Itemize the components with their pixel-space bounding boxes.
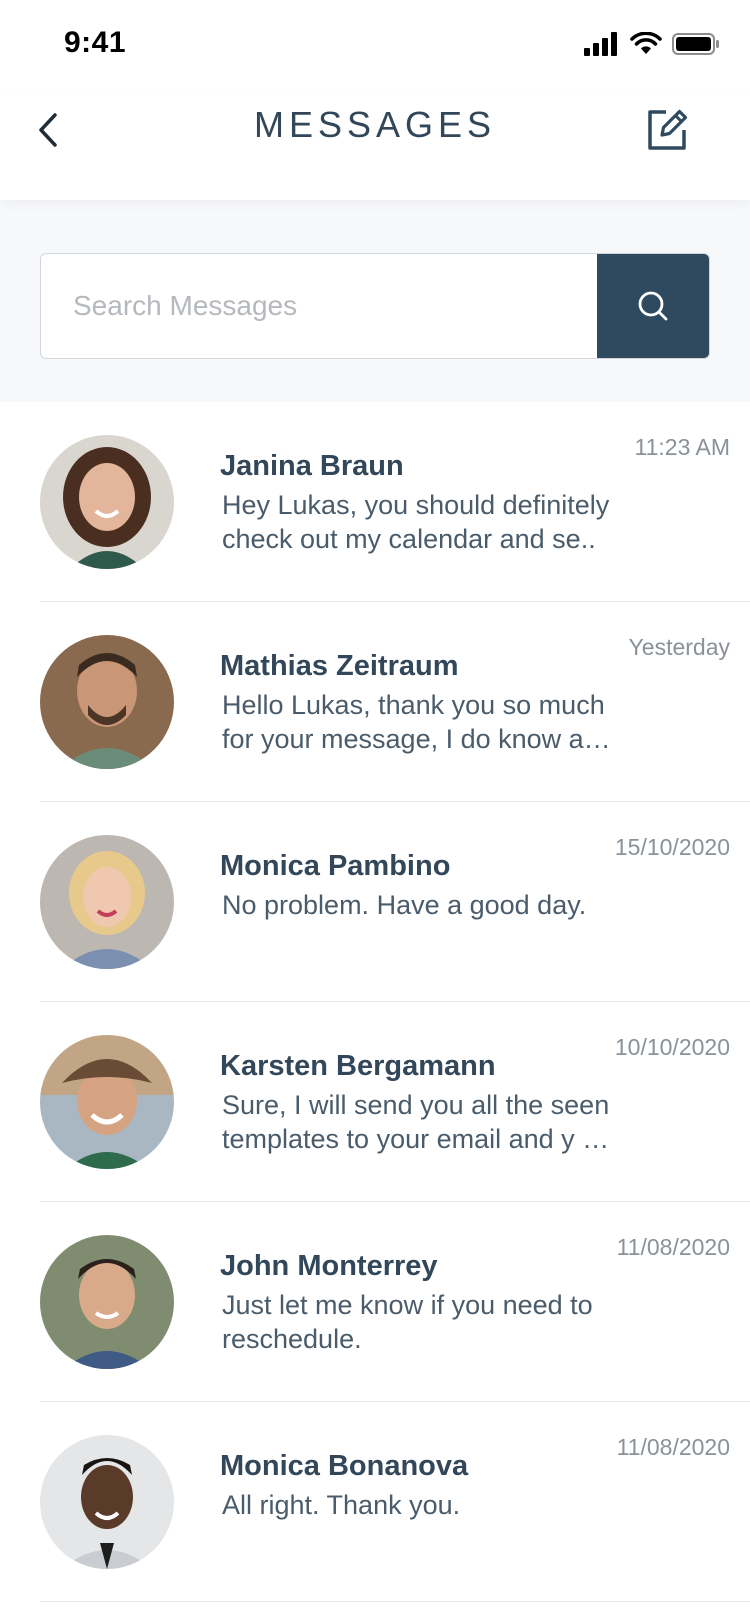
contact-name: Mathias Zeitraum: [220, 650, 459, 682]
contact-name: Monica Bonanova: [220, 1450, 469, 1482]
compose-button[interactable]: [642, 104, 692, 154]
message-time: 11/08/2020: [616, 1434, 730, 1460]
search-box: [40, 253, 710, 359]
message-preview: Sure, I will send you all the seen templ…: [222, 1090, 610, 1154]
compose-icon: [648, 109, 688, 150]
message-item[interactable]: Karsten Bergamann 10/10/2020 Sure, I wil…: [40, 1002, 750, 1202]
message-preview: All right. Thank you.: [222, 1490, 461, 1520]
avatar: [40, 1235, 174, 1369]
contact-name: Janina Braun: [220, 450, 404, 482]
message-time: 11/08/2020: [616, 1234, 730, 1260]
message-time: 10/10/2020: [614, 1034, 730, 1060]
avatar: [40, 835, 174, 969]
search-icon: [638, 291, 668, 321]
contact-name: John Monterrey: [220, 1250, 438, 1282]
wifi-icon: [630, 32, 662, 54]
message-list: Janina Braun 11:23 AM Hey Lukas, you sho…: [0, 402, 750, 1602]
signal-icon: [584, 32, 617, 56]
message-time: 15/10/2020: [614, 834, 730, 860]
status-time: 9:41: [64, 26, 127, 59]
search-button[interactable]: [597, 254, 709, 358]
avatar: [40, 635, 174, 769]
status-icons: [584, 32, 720, 56]
avatar: [40, 435, 174, 569]
search-input[interactable]: [41, 254, 599, 358]
message-item[interactable]: Monica Bonanova 11/08/2020 All right. Th…: [40, 1402, 750, 1602]
message-preview: No problem. Have a good day.: [222, 890, 587, 920]
page-title: MESSAGES: [253, 104, 497, 145]
message-item[interactable]: Mathias Zeitraum Yesterday Hello Lukas, …: [40, 602, 750, 802]
message-preview: Hello Lukas, thank you so much for your …: [222, 690, 611, 754]
battery-icon: [672, 33, 719, 55]
message-item[interactable]: John Monterrey 11/08/2020 Just let me kn…: [40, 1202, 750, 1402]
nav-bar: MESSAGES: [0, 90, 750, 200]
message-preview: Just let me know if you need to reschedu…: [222, 1290, 593, 1354]
contact-name: Monica Pambino: [220, 850, 451, 882]
avatar: [40, 1035, 174, 1169]
search-area: [0, 200, 750, 402]
message-time: 11:23 AM: [634, 434, 730, 460]
avatar: [40, 1435, 174, 1569]
contact-name: Karsten Bergamann: [220, 1050, 496, 1082]
message-time: Yesterday: [628, 634, 730, 660]
message-item[interactable]: Janina Braun 11:23 AM Hey Lukas, you sho…: [40, 402, 750, 602]
status-bar: 9:41: [0, 0, 750, 90]
message-preview: Hey Lukas, you should definitely check o…: [222, 490, 610, 554]
message-item[interactable]: Monica Pambino 15/10/2020 No problem. Ha…: [40, 802, 750, 1002]
